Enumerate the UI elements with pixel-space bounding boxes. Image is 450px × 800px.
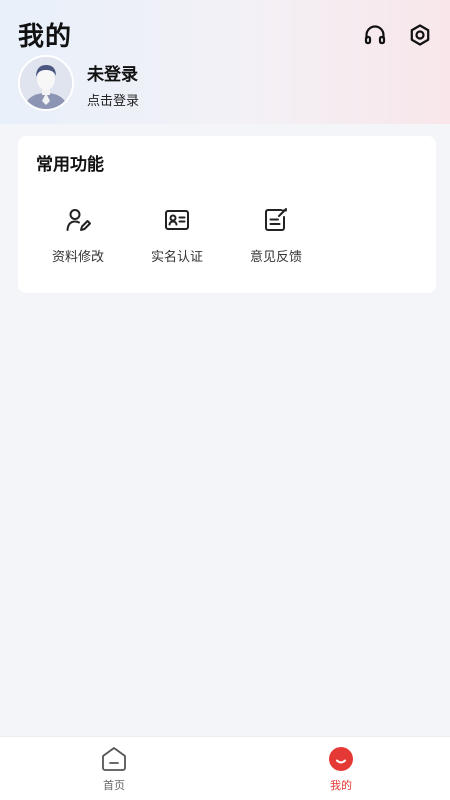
- bottom-tab-bar: 首页 我的: [0, 736, 450, 800]
- page-title: 我的: [18, 22, 73, 52]
- default-avatar-icon: [20, 57, 72, 109]
- mine-icon: [329, 747, 353, 771]
- feedback-icon: [265, 208, 287, 231]
- home-icon: [102, 747, 126, 771]
- tab-mine[interactable]: 我的: [311, 745, 371, 797]
- user-name[interactable]: 未登录: [87, 60, 138, 85]
- id-card-icon: [165, 210, 189, 230]
- tab-home-label: 首页: [103, 779, 125, 792]
- avatar[interactable]: [18, 55, 74, 111]
- login-link[interactable]: 点击登录: [87, 90, 139, 109]
- card-title: 常用功能: [36, 155, 104, 175]
- feedback-button[interactable]: 意见反馈: [236, 206, 316, 276]
- tab-mine-label: 我的: [330, 779, 352, 792]
- customer-service-button[interactable]: [360, 20, 390, 50]
- headset-icon: [364, 25, 386, 45]
- feedback-label: 意见反馈: [249, 250, 302, 265]
- common-functions-card: 常用功能 资料修改 实名认证 意见反馈: [18, 136, 436, 293]
- real-name-verification-button[interactable]: 实名认证: [137, 206, 217, 276]
- settings-gear-icon: [410, 24, 430, 46]
- settings-button[interactable]: [405, 20, 435, 50]
- tab-home[interactable]: 首页: [84, 745, 144, 797]
- edit-profile-label: 资料修改: [51, 250, 104, 265]
- real-name-verification-label: 实名认证: [150, 250, 203, 265]
- edit-profile-button[interactable]: 资料修改: [38, 206, 118, 276]
- edit-profile-icon: [66, 209, 91, 231]
- profile-header: 我的 未登录 点击登录: [0, 0, 450, 124]
- screen: 我的 未登录 点击登录 常用功能 资料修改 实名认证 意见反馈 首页 我的: [0, 0, 450, 800]
